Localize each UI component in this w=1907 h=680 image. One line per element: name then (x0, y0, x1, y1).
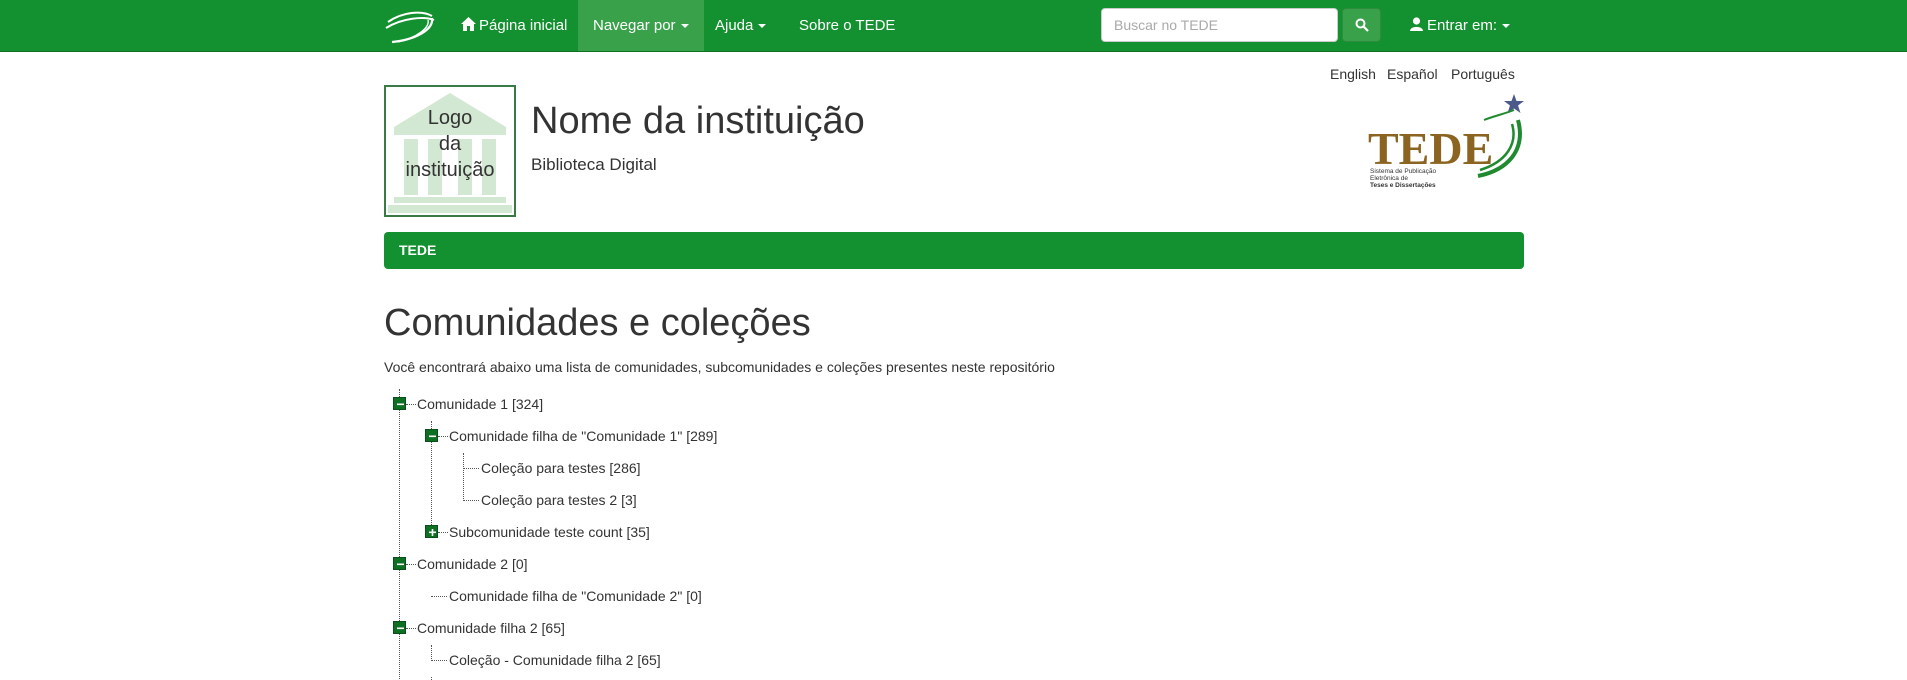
brand-logo-icon[interactable] (384, 8, 436, 44)
tree-connector (406, 564, 416, 565)
tree-connector (463, 500, 479, 501)
chevron-down-icon (758, 24, 767, 29)
tree-connector (431, 596, 447, 597)
logo-text-line: da (438, 133, 462, 155)
minus-icon (397, 403, 404, 406)
institution-subtitle: Biblioteca Digital (531, 155, 657, 174)
login-dropdown[interactable]: Entrar em: (1395, 0, 1525, 51)
page-title: Comunidades e coleções (384, 302, 811, 344)
nav-home-link[interactable]: Página inicial (446, 0, 582, 51)
institution-name: Nome da instituição (531, 100, 865, 142)
tree-node-link[interactable]: Comunidade filha de "Comunidade 1" [289] (449, 428, 717, 444)
minus-icon (397, 563, 404, 566)
institution-logo-text: Logo da instituição (386, 105, 514, 183)
search-input[interactable] (1101, 8, 1338, 42)
user-icon (1410, 17, 1423, 31)
tree-connector (399, 389, 400, 679)
nav-browse-dropdown[interactable]: Navegar por (578, 0, 704, 51)
nav-help-dropdown[interactable]: Ajuda (700, 0, 781, 51)
tree-node-link[interactable]: Comunidade 2 [0] (417, 556, 528, 572)
search-icon (1355, 18, 1369, 32)
lang-spanish-link[interactable]: Español (1387, 66, 1438, 82)
tree-connector (431, 645, 432, 661)
tree-connector (463, 453, 464, 501)
tree-connector (406, 404, 416, 405)
nav-browse-label: Navegar por (593, 17, 676, 34)
tree-node-link[interactable]: Comunidade filha de "Comunidade 2" [0] (449, 588, 702, 604)
expand-toggle[interactable] (425, 525, 438, 538)
tree-connector (406, 628, 416, 629)
lang-english-link[interactable]: English (1330, 66, 1376, 82)
top-navbar: Página inicial Navegar por Ajuda Sobre o… (0, 0, 1907, 52)
tree-connector (463, 468, 479, 469)
home-icon (461, 17, 476, 31)
collapse-toggle[interactable] (425, 429, 438, 442)
tree-connector (431, 660, 447, 661)
lang-portuguese-link[interactable]: Português (1451, 66, 1515, 82)
collapse-toggle[interactable] (393, 621, 406, 634)
tree-node-link[interactable]: Subcomunidade teste count [35] (449, 524, 650, 540)
collapse-toggle[interactable] (393, 557, 406, 570)
collapse-toggle[interactable] (393, 397, 406, 410)
nav-help-label: Ajuda (715, 17, 754, 34)
logo-text-line: Logo (427, 107, 473, 129)
chevron-down-icon (680, 24, 689, 29)
breadcrumb: TEDE (384, 232, 1524, 269)
tree-connector (438, 436, 448, 437)
page-intro: Você encontrará abaixo uma lista de comu… (384, 359, 1055, 375)
breadcrumb-home-link[interactable]: TEDE (399, 232, 436, 269)
tede-logo-tagline: Sistema de Publicação (1370, 168, 1437, 175)
nav-about-link[interactable]: Sobre o TEDE (784, 0, 910, 51)
nav-home-label: Página inicial (479, 17, 568, 34)
navbar-container: Página inicial Navegar por Ajuda Sobre o… (384, 0, 1524, 51)
tede-logo-word: TEDE (1368, 123, 1493, 174)
tree-node-link[interactable]: Comunidade 1 [324] (417, 396, 543, 412)
login-label: Entrar em: (1427, 17, 1498, 34)
chevron-down-icon (1502, 24, 1511, 29)
tree-node-link[interactable]: Coleção - Comunidade filha 2 [65] (449, 652, 661, 668)
institution-logo[interactable]: Logo da instituição (384, 85, 516, 217)
plus-icon (429, 529, 436, 536)
logo-text-line: instituição (405, 159, 495, 181)
tree-node-link[interactable]: Comunidade filha 2 [65] (417, 620, 565, 636)
tede-logo-tagline: Teses e Dissertações (1370, 182, 1436, 189)
nav-about-label: Sobre o TEDE (799, 17, 896, 34)
tree-node-link[interactable]: Coleção para testes 2 [3] (481, 492, 637, 508)
tree-node-link[interactable]: Coleção para testes [286] (481, 460, 641, 476)
search-button[interactable] (1342, 8, 1381, 42)
tree-connector (438, 532, 448, 533)
minus-icon (429, 435, 436, 438)
tede-logo-tagline: Eletrônica de (1370, 175, 1408, 182)
tede-logo[interactable]: TEDE Sistema de Publicação Eletrônica de… (1368, 90, 1526, 192)
minus-icon (397, 627, 404, 630)
